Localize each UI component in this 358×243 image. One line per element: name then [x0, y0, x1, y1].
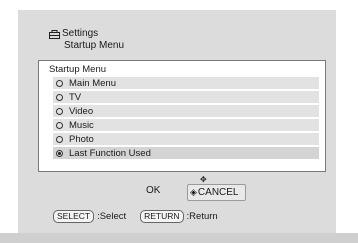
- breadcrumb: Settings Startup Menu: [49, 28, 124, 52]
- cursor-arrows-icon: ✥: [200, 175, 207, 184]
- option-video[interactable]: Video: [53, 105, 319, 117]
- option-label: Last Function Used: [69, 147, 151, 159]
- cancel-label: CANCEL: [197, 187, 239, 198]
- bottom-strip: [0, 233, 358, 243]
- radio-icon: [56, 93, 63, 101]
- panel-title: Startup Menu: [49, 64, 107, 75]
- select-hint-text: :Select: [97, 211, 127, 222]
- diamond-arrow-icon: ◈: [190, 187, 197, 197]
- radio-icon: [56, 79, 63, 87]
- screen: Settings Startup Menu Startup Menu Main …: [0, 0, 358, 243]
- select-key-badge: SELECT: [53, 210, 95, 223]
- option-label: Main Menu: [69, 77, 116, 89]
- option-main-menu[interactable]: Main Menu: [53, 77, 319, 89]
- ok-button[interactable]: OK: [146, 184, 160, 198]
- option-photo[interactable]: Photo: [53, 133, 319, 145]
- radio-icon: [56, 121, 63, 129]
- option-label: TV: [69, 91, 82, 103]
- breadcrumb-section: Settings: [62, 28, 99, 39]
- option-label: Video: [69, 105, 94, 117]
- startup-menu-panel: Startup Menu Main Menu TV Video Music Ph…: [38, 60, 326, 172]
- radio-selected-icon: [56, 149, 63, 157]
- option-label: Photo: [69, 133, 94, 145]
- settings-icon: [49, 29, 60, 39]
- return-key-badge: RETURN: [140, 210, 184, 223]
- option-tv[interactable]: TV: [53, 91, 319, 103]
- hint-bar: SELECT :Select RETURN :Return: [53, 210, 218, 223]
- radio-icon: [56, 135, 63, 143]
- option-last-function-used[interactable]: Last Function Used: [53, 147, 319, 159]
- option-label: Music: [69, 119, 94, 131]
- option-music[interactable]: Music: [53, 119, 319, 131]
- radio-icon: [56, 107, 63, 115]
- cancel-button[interactable]: ◈CANCEL: [187, 184, 246, 201]
- option-list: Main Menu TV Video Music Photo Last Func…: [53, 77, 319, 161]
- breadcrumb-subsection: Startup Menu: [64, 40, 125, 51]
- return-hint-text: :Return: [186, 211, 218, 222]
